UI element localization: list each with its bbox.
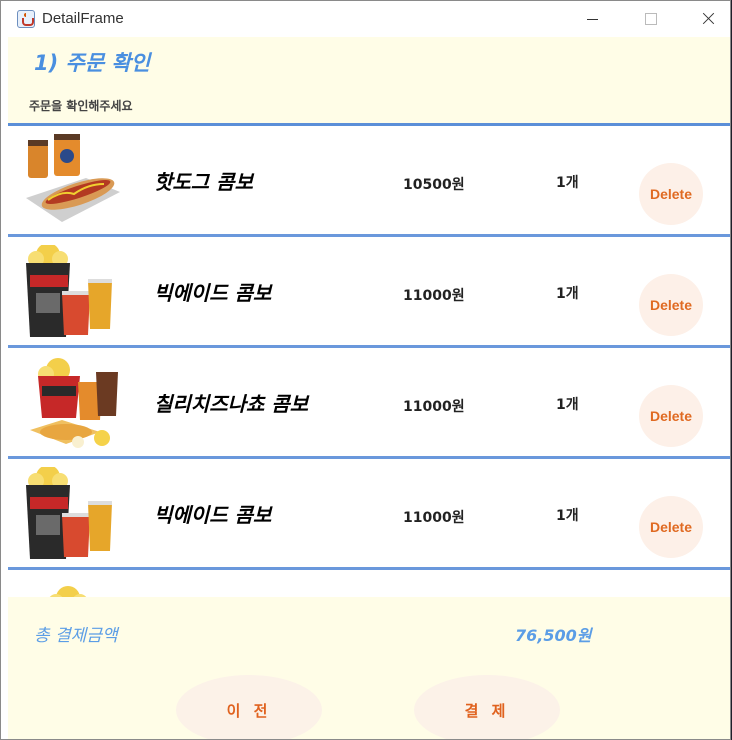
item-name: 칠리치즈나쵸 콤보 <box>154 392 309 416</box>
order-row: 칠리치즈나쵸 콤보 11000원 1개 Delete <box>8 348 730 459</box>
delete-button[interactable]: Delete <box>639 496 703 558</box>
popcorn-image <box>49 586 87 597</box>
item-price: 10500원 <box>403 177 465 193</box>
order-row: 빅에이드 콤보 11000원 1개 Delete <box>8 459 730 570</box>
item-quantity: 1개 <box>556 175 579 191</box>
item-price: 11000원 <box>403 510 465 526</box>
order-row: 핫도그 콤보 10500원 1개 Delete <box>8 126 730 237</box>
pay-button[interactable]: 결 제 <box>414 675 560 739</box>
item-quantity: 1개 <box>556 286 579 302</box>
previous-button[interactable]: 이 전 <box>176 675 322 739</box>
item-quantity: 1개 <box>556 397 579 413</box>
order-row: 빅에이드 콤보 11000원 1개 Delete <box>8 237 730 348</box>
total-label: 총 결제금액 <box>34 626 118 646</box>
chili-nacho-combo-image <box>30 358 118 448</box>
delete-button[interactable]: Delete <box>639 385 703 447</box>
window-title: DetailFrame <box>42 10 124 27</box>
item-name: 핫도그 콤보 <box>154 170 253 194</box>
order-list[interactable]: 핫도그 콤보 10500원 1개 Delete 빅에이드 콤보 11000원 1… <box>8 123 730 597</box>
delete-button[interactable]: Delete <box>639 274 703 336</box>
page-subtitle: 주문을 확인해주세요 <box>29 99 133 113</box>
item-name: 빅에이드 콤보 <box>154 503 272 527</box>
item-price: 11000원 <box>403 288 465 304</box>
item-price: 11000원 <box>403 399 465 415</box>
big-ade-combo-image <box>26 467 112 559</box>
content-panel: 1) 주문 확인 주문을 확인해주세요 핫도그 콤보 10500원 1개 Del… <box>8 37 730 739</box>
detail-frame-window: DetailFrame 1) 주문 확인 주문을 확인해주세요 핫도그 콤보 1… <box>0 0 731 740</box>
total-value: 76,500원 <box>515 626 592 645</box>
delete-button[interactable]: Delete <box>639 163 703 225</box>
java-app-icon <box>17 10 35 28</box>
title-bar: DetailFrame <box>1 1 730 37</box>
item-name: 빅에이드 콤보 <box>154 281 272 305</box>
hotdog-combo-image <box>26 134 120 222</box>
order-row-partial <box>8 570 730 597</box>
maximize-button[interactable] <box>621 1 679 37</box>
minimize-button[interactable] <box>563 1 621 37</box>
big-ade-combo-image <box>26 245 112 337</box>
close-button[interactable] <box>679 1 730 37</box>
footer-panel: 총 결제금액 76,500원 이 전 결 제 <box>8 599 730 739</box>
item-quantity: 1개 <box>556 508 579 524</box>
page-title: 1) 주문 확인 <box>34 51 151 75</box>
